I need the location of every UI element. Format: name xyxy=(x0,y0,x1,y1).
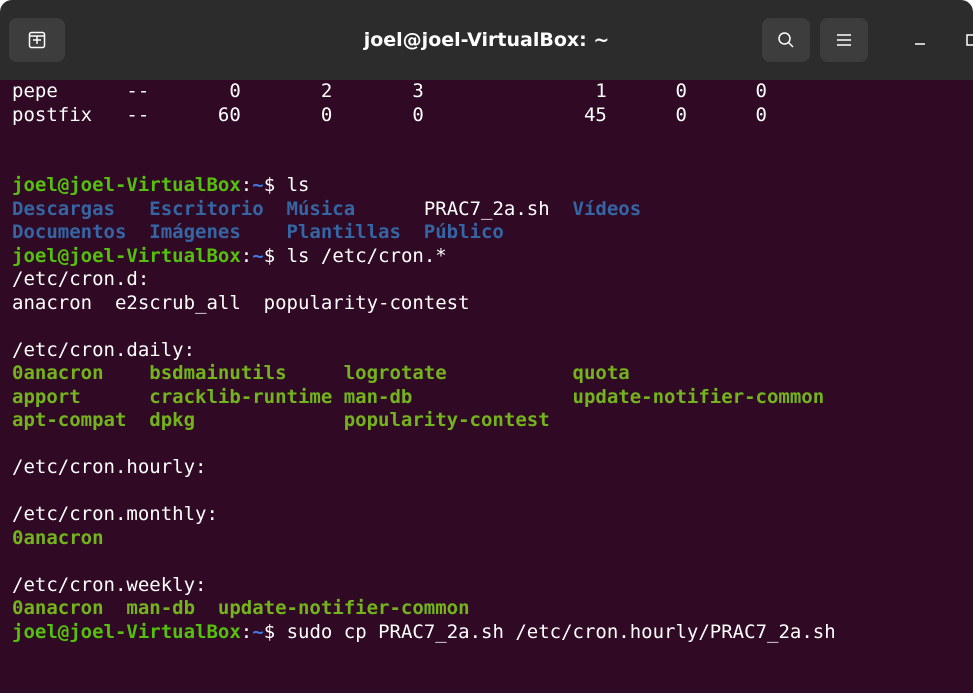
terminal-text-segment: $ ls xyxy=(263,174,310,196)
terminal-line: 0anacron xyxy=(12,527,836,551)
terminal-text-segment: : xyxy=(240,620,253,643)
terminal-text-segment: Descargas Escritorio Música xyxy=(12,197,424,220)
terminal-line: Descargas Escritorio Música PRAC7_2a.sh … xyxy=(12,198,836,222)
terminal-text-segment: PRAC7_2a.sh xyxy=(423,197,573,220)
terminal-line: pepe -- 0 2 3 1 0 0 xyxy=(12,80,836,104)
minimize-icon xyxy=(915,43,925,45)
terminal-text-segment: joel@joel-VirtualBox xyxy=(12,174,241,196)
terminal-text-segment: : xyxy=(240,174,253,196)
terminal-text-segment: /etc/cron.d: xyxy=(12,268,150,290)
title-bar[interactable]: joel@joel-VirtualBox: ~ xyxy=(0,0,973,80)
terminal-text-segment: pepe -- 0 2 3 1 0 0 xyxy=(12,80,767,102)
new-tab-icon xyxy=(28,31,46,49)
maximize-button[interactable] xyxy=(952,18,973,62)
terminal-line: postfix -- 60 0 0 45 0 0 xyxy=(12,104,836,128)
terminal-text-segment: /etc/cron.weekly: xyxy=(12,573,207,596)
terminal-text-segment: $ sudo cp PRAC7_2a.sh /etc/cron.hourly/P… xyxy=(263,620,836,643)
terminal-text-segment: ~ xyxy=(252,244,264,267)
terminal-text-segment: Vídeos xyxy=(572,197,642,220)
terminal-line: Documentos Imágenes Plantillas Público xyxy=(12,221,836,245)
terminal-line: /etc/cron.d: xyxy=(12,268,836,292)
terminal-text-segment: postfix -- 60 0 0 45 0 0 xyxy=(12,103,767,126)
terminal-text-segment: ~ xyxy=(252,620,264,643)
terminal-line: /etc/cron.monthly: xyxy=(12,503,836,527)
terminal-text-segment: 0anacron man-db update-notifier-common xyxy=(12,597,470,619)
terminal-line: /etc/cron.weekly: xyxy=(12,574,836,598)
terminal-text-segment: /etc/cron.monthly: xyxy=(12,503,218,525)
terminal-text-segment: anacron e2scrub_all popularity-contest xyxy=(12,291,470,314)
terminal-text-segment: /etc/cron.hourly: xyxy=(12,456,207,478)
terminal-text-segment: 0anacron bsdmainutils logrotate quota xyxy=(12,362,630,384)
terminal-line: anacron e2scrub_all popularity-contest xyxy=(12,292,836,316)
new-tab-button[interactable] xyxy=(9,18,65,62)
terminal-text-segment: apt-compat dpkg popularity-contest xyxy=(12,409,550,431)
terminal-line: apport cracklib-runtime man-db update-no… xyxy=(12,386,836,410)
terminal-line: joel@joel-VirtualBox:~$ ls xyxy=(12,174,836,198)
terminal-text-segment: joel@joel-VirtualBox xyxy=(12,620,241,643)
terminal-line: 0anacron man-db update-notifier-common xyxy=(12,597,836,621)
terminal-text-segment: Documentos Imágenes Plantillas Público xyxy=(12,221,504,243)
hamburger-menu-icon xyxy=(837,34,851,46)
terminal-line: joel@joel-VirtualBox:~$ ls /etc/cron.* xyxy=(12,245,836,269)
terminal-text-segment: : xyxy=(240,244,253,267)
terminal-text-segment: joel@joel-VirtualBox xyxy=(12,244,241,267)
terminal-window: joel@joel-VirtualBox: ~ pepe -- 0 2 3 1 … xyxy=(0,0,973,693)
terminal-text-segment: apport cracklib-runtime man-db update-no… xyxy=(12,385,825,408)
terminal-line: joel@joel-VirtualBox:~$ sudo cp PRAC7_2a… xyxy=(12,621,836,645)
minimize-button[interactable] xyxy=(900,18,940,62)
terminal-text-segment: /etc/cron.daily: xyxy=(12,338,196,361)
maximize-icon xyxy=(966,34,973,46)
terminal-text-segment: 0anacron xyxy=(12,526,104,549)
search-button[interactable] xyxy=(762,18,810,62)
terminal-line: 0anacron bsdmainutils logrotate quota xyxy=(12,362,836,386)
menu-button[interactable] xyxy=(820,18,868,62)
terminal-line: /etc/cron.hourly: xyxy=(12,456,836,480)
terminal-text-segment: ~ xyxy=(252,174,264,196)
terminal-line: /etc/cron.daily: xyxy=(12,339,836,363)
terminal-output-area[interactable]: pepe -- 0 2 3 1 0 0 postfix -- 60 0 0 45 … xyxy=(0,80,973,693)
terminal-line: apt-compat dpkg popularity-contest xyxy=(12,409,836,433)
terminal-content: pepe -- 0 2 3 1 0 0 postfix -- 60 0 0 45 … xyxy=(12,80,836,644)
search-icon xyxy=(778,32,794,48)
terminal-text-segment: $ ls /etc/cron.* xyxy=(263,244,447,267)
